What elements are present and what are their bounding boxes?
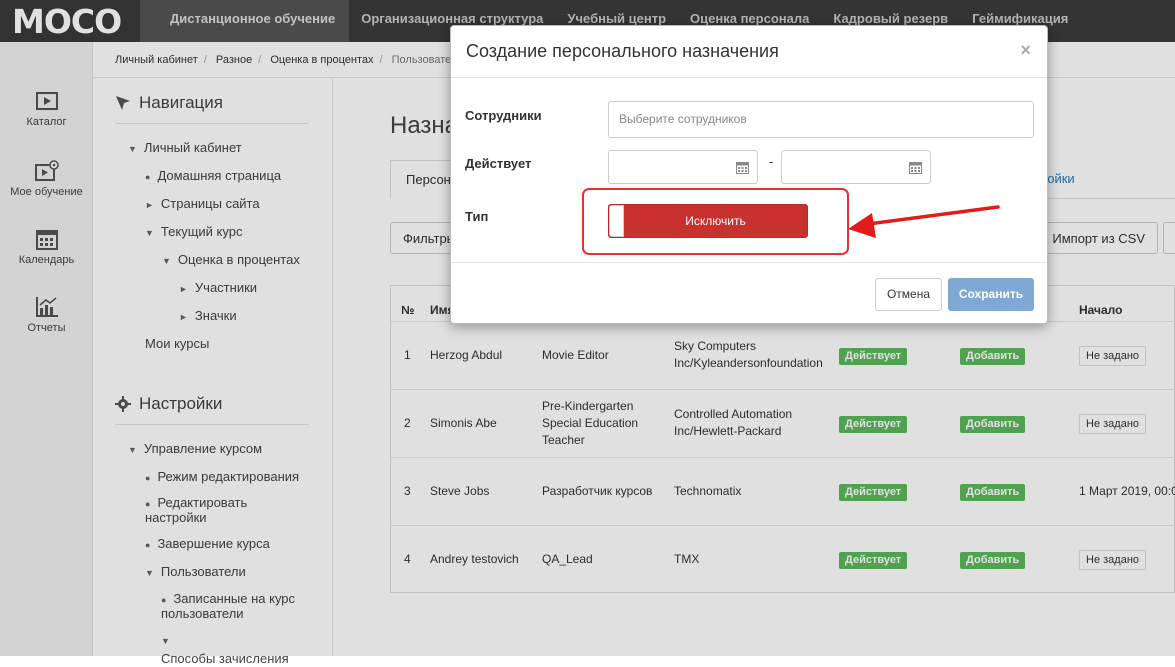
employees-label: Сотрудники (465, 108, 542, 123)
modal-title: Создание персонального назначения (466, 41, 779, 62)
save-button[interactable]: Сохранить (948, 278, 1034, 311)
modal-divider (451, 77, 1047, 78)
close-icon[interactable]: × (1020, 40, 1031, 61)
active-label: Действует (465, 156, 531, 171)
modal-divider (451, 262, 1047, 263)
type-label: Тип (465, 209, 488, 224)
create-assignment-modal: Создание персонального назначения × Сотр… (450, 25, 1048, 324)
date-from-input[interactable] (608, 150, 758, 184)
calendar-icon[interactable] (736, 161, 749, 174)
toggle-knob[interactable] (609, 205, 624, 237)
date-to-input[interactable] (781, 150, 931, 184)
calendar-icon[interactable] (909, 161, 922, 174)
employees-select[interactable]: Выберите сотрудников (608, 101, 1034, 138)
type-toggle-label: Исключить (624, 205, 807, 237)
cancel-button[interactable]: Отмена (875, 278, 942, 311)
type-toggle[interactable]: Исключить (608, 204, 808, 238)
date-separator: - (769, 154, 773, 169)
